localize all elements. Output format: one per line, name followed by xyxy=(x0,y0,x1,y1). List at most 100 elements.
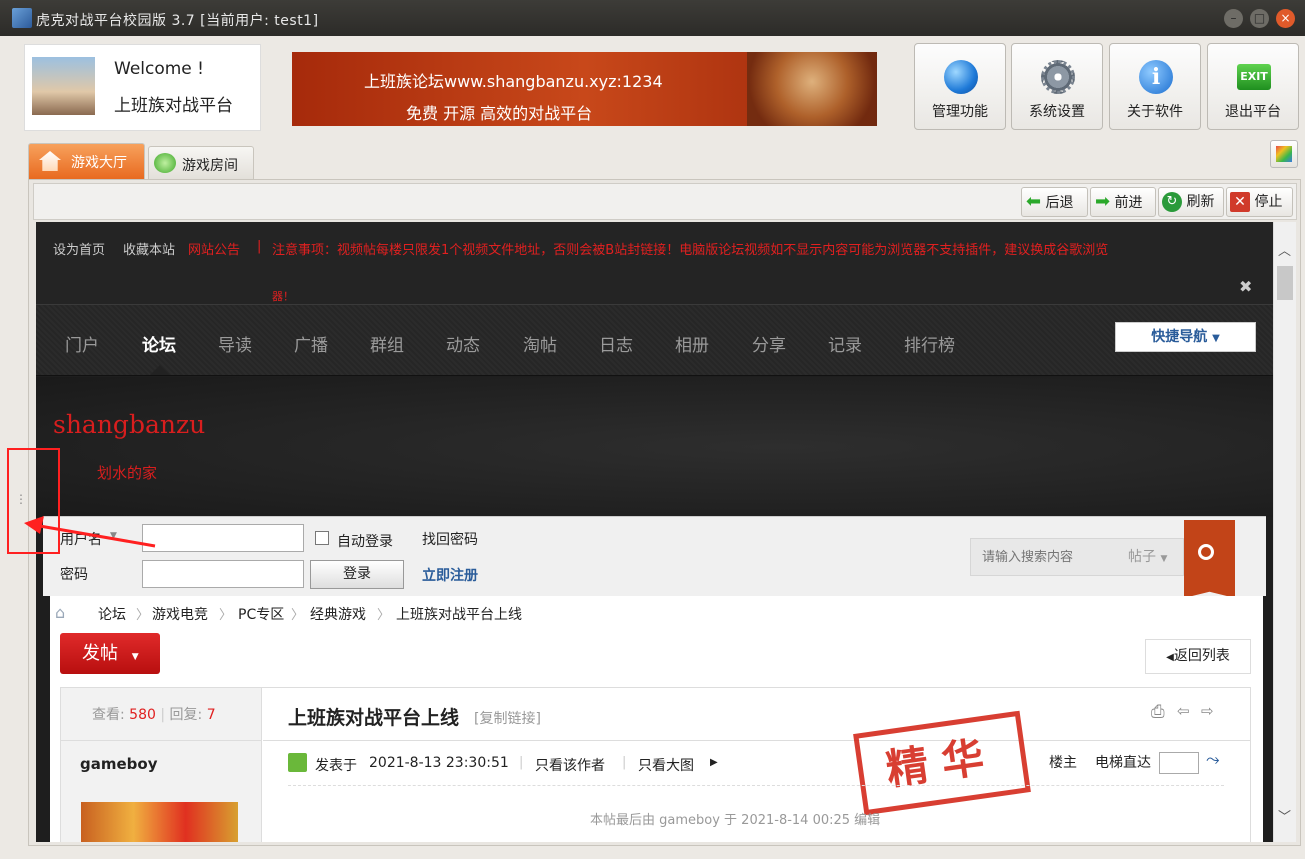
globe-icon xyxy=(944,60,978,94)
exit-icon: EXIT xyxy=(1237,64,1271,90)
meta-separator: | xyxy=(622,755,627,770)
arrow-right-icon: ➡ xyxy=(1095,191,1111,212)
prev-thread-icon[interactable]: ⇦ xyxy=(1177,702,1190,720)
next-thread-icon[interactable]: ⇨ xyxy=(1201,702,1214,720)
welcome-text: Welcome ! xyxy=(114,59,204,79)
password-label: 密码 xyxy=(60,567,88,583)
skin-icon[interactable] xyxy=(1270,140,1298,168)
nav-ranking[interactable]: 排行榜 xyxy=(904,331,955,356)
author-avatar[interactable] xyxy=(81,802,238,842)
breadcrumb-pc[interactable]: PC专区 xyxy=(238,604,284,624)
nav-share[interactable]: 分享 xyxy=(752,331,786,356)
nav-blog[interactable]: 日志 xyxy=(599,331,633,356)
notice-separator: | xyxy=(257,239,262,254)
nav-collections[interactable]: 淘帖 xyxy=(523,331,557,356)
nav-records[interactable]: 记录 xyxy=(828,331,862,356)
print-icon[interactable]: ⎙ xyxy=(1151,702,1165,722)
window-title: 虎克对战平台校园版 3.7 [当前用户: test1] xyxy=(36,13,319,29)
register-link[interactable]: 立即注册 xyxy=(422,565,478,585)
caret-down-icon: ▼ xyxy=(131,652,139,662)
home-breadcrumb-icon[interactable]: ⌂ xyxy=(55,603,65,622)
breadcrumb-separator: 〉 xyxy=(136,608,150,623)
posted-prefix: 发表于 xyxy=(315,758,357,774)
quick-nav-button[interactable]: 快捷导航 ▼ xyxy=(1115,322,1256,352)
gamepad-icon xyxy=(154,153,176,173)
replies-count: 7 xyxy=(206,707,216,723)
tab-label: 游戏大厅 xyxy=(71,155,127,171)
hero-area xyxy=(36,377,1273,517)
maximize-button[interactable]: □ xyxy=(1250,9,1269,28)
breadcrumb-classic[interactable]: 经典游戏 xyxy=(310,604,366,624)
banner-character-image xyxy=(747,52,877,126)
auto-login-label[interactable]: 自动登录 xyxy=(337,531,393,551)
web-scrollbar[interactable]: ︿ ﹀ xyxy=(1273,222,1296,842)
only-big-image-link[interactable]: 只看大图 xyxy=(638,755,694,775)
caret-down-icon: ▼ xyxy=(1212,333,1220,344)
annotation-arrow xyxy=(24,516,156,548)
username-input[interactable] xyxy=(142,524,304,552)
refresh-button[interactable]: ↻ 刷新 xyxy=(1158,187,1224,217)
nav-active-indicator xyxy=(150,365,170,375)
scroll-thumb[interactable] xyxy=(1277,266,1293,300)
breadcrumb-forum[interactable]: 论坛 xyxy=(98,604,126,624)
search-input[interactable] xyxy=(976,542,1104,572)
back-button[interactable]: ⬅ 后退 xyxy=(1021,187,1088,217)
title-divider xyxy=(263,740,1250,741)
refresh-icon: ↻ xyxy=(1162,192,1182,212)
floor-label: 楼主 xyxy=(1049,755,1077,771)
collapse-icon[interactable]: ✖ xyxy=(1239,277,1252,296)
nav-forum[interactable]: 论坛 xyxy=(142,331,176,356)
nav-guide[interactable]: 导读 xyxy=(218,331,252,356)
breadcrumb-thread[interactable]: 上班族对战平台上线 xyxy=(396,604,522,624)
search-button[interactable] xyxy=(1184,520,1235,598)
notice-label[interactable]: 网站公告 xyxy=(188,239,240,258)
caret-right-icon: ▶ xyxy=(710,757,718,768)
nav-activity[interactable]: 动态 xyxy=(446,331,480,356)
admin-button[interactable]: 管理功能 xyxy=(914,43,1006,130)
nav-album[interactable]: 相册 xyxy=(675,331,709,356)
set-home-link[interactable]: 设为首页 xyxy=(53,239,105,258)
bookmark-link[interactable]: 收藏本站 xyxy=(123,239,175,258)
search-type-dropdown[interactable]: 帖子 ▼ xyxy=(1128,546,1167,566)
notice-text[interactable]: 注意事项：视频帖每楼只限发1个视频文件地址，否则会被B站封链接！电脑版论坛视频如… xyxy=(272,239,1108,258)
exit-button[interactable]: EXIT 退出平台 xyxy=(1207,43,1299,130)
breadcrumb-separator: 〉 xyxy=(377,608,391,623)
web-view: 设为首页 收藏本站 网站公告 | 注意事项：视频帖每楼只限发1个视频文件地址，否… xyxy=(36,222,1273,842)
settings-button[interactable]: 系统设置 xyxy=(1011,43,1103,130)
tab-game-hall[interactable]: 游戏大厅 xyxy=(28,143,145,179)
breadcrumb-gaming[interactable]: 游戏电竞 xyxy=(152,604,208,624)
only-author-link[interactable]: 只看该作者 xyxy=(535,755,605,775)
close-button[interactable]: × xyxy=(1276,9,1295,28)
elevator-input[interactable] xyxy=(1159,752,1199,774)
auto-login-checkbox[interactable] xyxy=(315,531,329,545)
caret-left-icon: ◀ xyxy=(1166,652,1174,663)
copy-link[interactable]: [复制链接] xyxy=(474,708,541,728)
minimize-button[interactable]: – xyxy=(1224,9,1243,28)
jump-icon[interactable]: ⤳ xyxy=(1206,750,1220,770)
nav-broadcast[interactable]: 广播 xyxy=(294,331,328,356)
password-input[interactable] xyxy=(142,560,304,588)
edit-note: 本帖最后由 gameboy 于 2021-8-14 00:25 编辑 xyxy=(590,813,881,828)
stop-button[interactable]: ✕ 停止 xyxy=(1226,187,1293,217)
posted-time: 2021-8-13 23:30:51 xyxy=(369,755,509,771)
thread-author[interactable]: gameboy xyxy=(80,755,157,773)
nav-portal[interactable]: 门户 xyxy=(65,331,99,356)
avatar xyxy=(32,57,95,115)
caret-down-icon: ▼ xyxy=(1160,554,1168,564)
new-post-button[interactable]: 发帖 ▼ xyxy=(60,633,160,674)
login-button[interactable]: 登录 xyxy=(310,560,404,589)
back-to-list-button[interactable]: ◀返回列表 xyxy=(1145,639,1251,674)
about-button[interactable]: i 关于软件 xyxy=(1109,43,1201,130)
nav-groups[interactable]: 群组 xyxy=(370,331,404,356)
forward-button[interactable]: ➡ 前进 xyxy=(1090,187,1156,217)
banner: 上班族论坛www.shangbanzu.xyz:1234 免费 开源 高效的对战… xyxy=(292,52,877,126)
notice-text-wrap: 器！ xyxy=(272,290,294,303)
tab-game-room[interactable]: 游戏房间 xyxy=(148,146,254,179)
scroll-down-icon[interactable]: ﹀ xyxy=(1278,806,1291,825)
find-password-link[interactable]: 找回密码 xyxy=(422,529,478,549)
info-icon: i xyxy=(1139,60,1173,94)
search-icon xyxy=(1198,544,1214,560)
home-icon xyxy=(39,151,61,171)
meta-divider xyxy=(288,785,1224,786)
scroll-up-icon[interactable]: ︿ xyxy=(1278,240,1291,259)
